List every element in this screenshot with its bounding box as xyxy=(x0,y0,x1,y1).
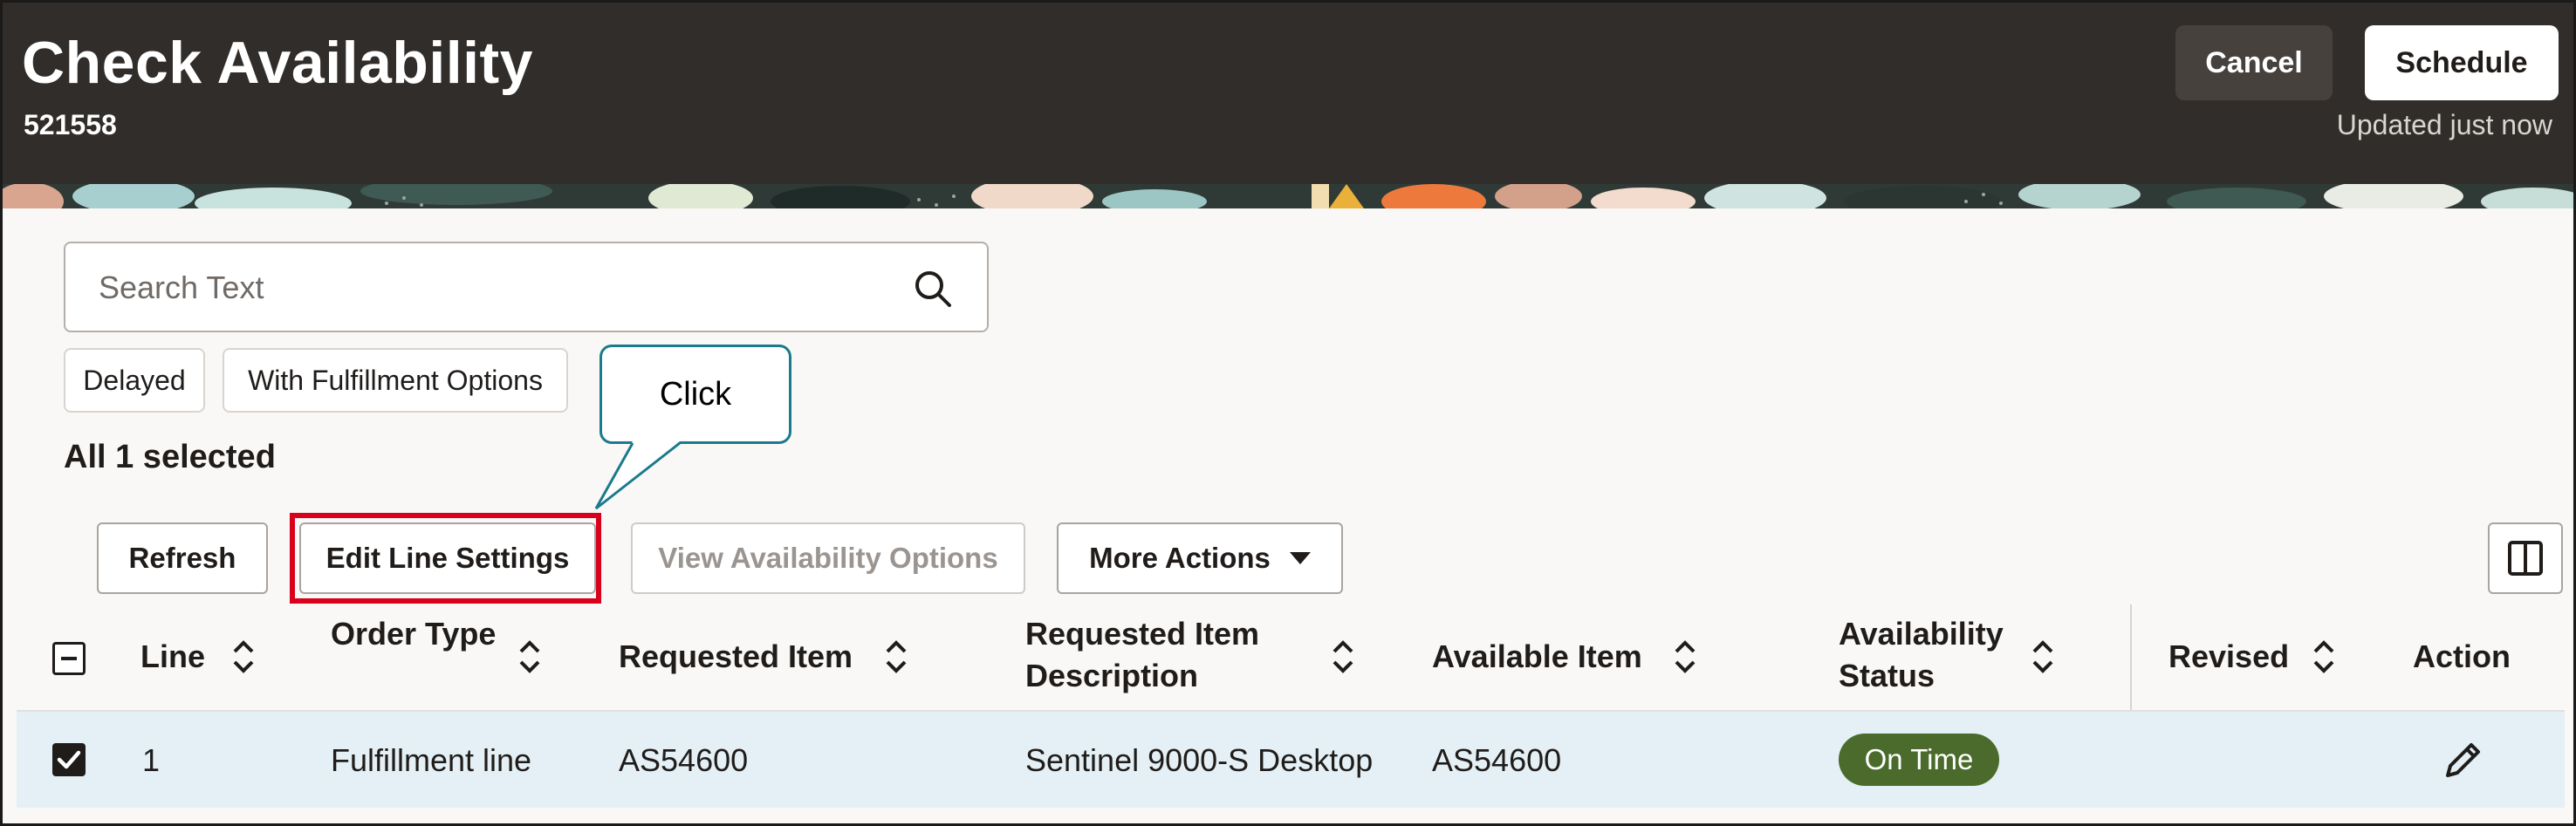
view-availability-options-button[interactable]: View Availability Options xyxy=(631,522,1025,594)
column-header-order-type[interactable]: Order Type xyxy=(331,613,505,655)
column-label-availability-status: Availability Status xyxy=(1839,616,2004,693)
column-label-revised: Revised xyxy=(2168,638,2290,674)
column-header-requested-item[interactable]: Requested Item xyxy=(619,636,853,678)
filter-chip-delayed[interactable]: Delayed xyxy=(64,348,205,413)
updated-status: Updated just now xyxy=(2336,109,2552,140)
column-label-available-item: Available Item xyxy=(1432,638,1642,674)
column-label-requested-item-description: Requested Item Description xyxy=(1025,616,1260,693)
cell-order-type: Fulfillment line xyxy=(331,742,532,778)
column-header-availability-status[interactable]: Availability Status xyxy=(1839,613,2031,697)
column-label-order-type: Order Type xyxy=(331,616,497,652)
page-header: Check Availability 521558 Cancel Schedul… xyxy=(3,3,2573,184)
highlight-frame xyxy=(290,513,601,604)
cancel-button[interactable]: Cancel xyxy=(2175,25,2333,100)
caret-down-icon xyxy=(1289,552,1311,564)
column-header-requested-item-description[interactable]: Requested Item Description xyxy=(1025,613,1305,697)
row-select-checkbox[interactable] xyxy=(52,743,86,776)
column-header-revised[interactable]: Revised xyxy=(2168,636,2289,678)
cell-requested-item: AS54600 xyxy=(619,742,749,778)
split-panel-button[interactable] xyxy=(2488,522,2563,594)
column-label-requested-item: Requested Item xyxy=(619,638,853,674)
schedule-button[interactable]: Schedule xyxy=(2365,25,2559,100)
page-title: Check Availability xyxy=(22,30,533,96)
refresh-button[interactable]: Refresh xyxy=(97,522,268,594)
search-placeholder: Search Text xyxy=(99,270,264,305)
cell-available-item: AS54600 xyxy=(1432,742,1562,778)
filter-chip-fulfillment-options[interactable]: With Fulfillment Options xyxy=(223,348,568,413)
column-header-available-item[interactable]: Available Item xyxy=(1432,636,1642,678)
column-label-action: Action xyxy=(2413,638,2511,674)
sort-icon-requested-item[interactable] xyxy=(884,639,908,674)
split-panel-icon xyxy=(2508,541,2543,576)
sort-icon-order-type[interactable] xyxy=(517,639,542,674)
app-frame: Check Availability 521558 Cancel Schedul… xyxy=(0,0,2576,826)
banner-pattern xyxy=(3,184,2573,208)
sort-icon-availability-status[interactable] xyxy=(2031,639,2055,674)
selection-count: All 1 selected xyxy=(64,439,276,475)
sort-icon-revised[interactable] xyxy=(2312,639,2336,674)
status-badge: On Time xyxy=(1839,734,1999,786)
select-all-checkbox[interactable] xyxy=(52,642,86,675)
column-header-line[interactable]: Line xyxy=(140,636,205,678)
pencil-icon[interactable] xyxy=(2441,737,2486,782)
search-icon[interactable] xyxy=(912,268,954,310)
sort-icon-requested-item-description[interactable] xyxy=(1331,639,1355,674)
decorative-banner xyxy=(3,184,2573,208)
sort-icon-available-item[interactable] xyxy=(1673,639,1697,674)
more-actions-label: More Actions xyxy=(1089,542,1271,574)
order-number: 521558 xyxy=(24,109,117,140)
cell-requested-item-description: Sentinel 9000-S Desktop xyxy=(1025,742,1374,778)
more-actions-button[interactable]: More Actions xyxy=(1057,522,1343,594)
checkmark-icon xyxy=(57,750,81,769)
view-availability-label: View Availability Options xyxy=(658,542,998,574)
callout-bubble: Click xyxy=(599,345,791,444)
callout-text: Click xyxy=(659,375,732,413)
sort-icon-line[interactable] xyxy=(231,639,256,674)
cell-line: 1 xyxy=(142,742,161,778)
search-input[interactable]: Search Text xyxy=(64,242,989,332)
column-header-action: Action xyxy=(2413,636,2511,678)
column-label-line: Line xyxy=(140,638,206,674)
